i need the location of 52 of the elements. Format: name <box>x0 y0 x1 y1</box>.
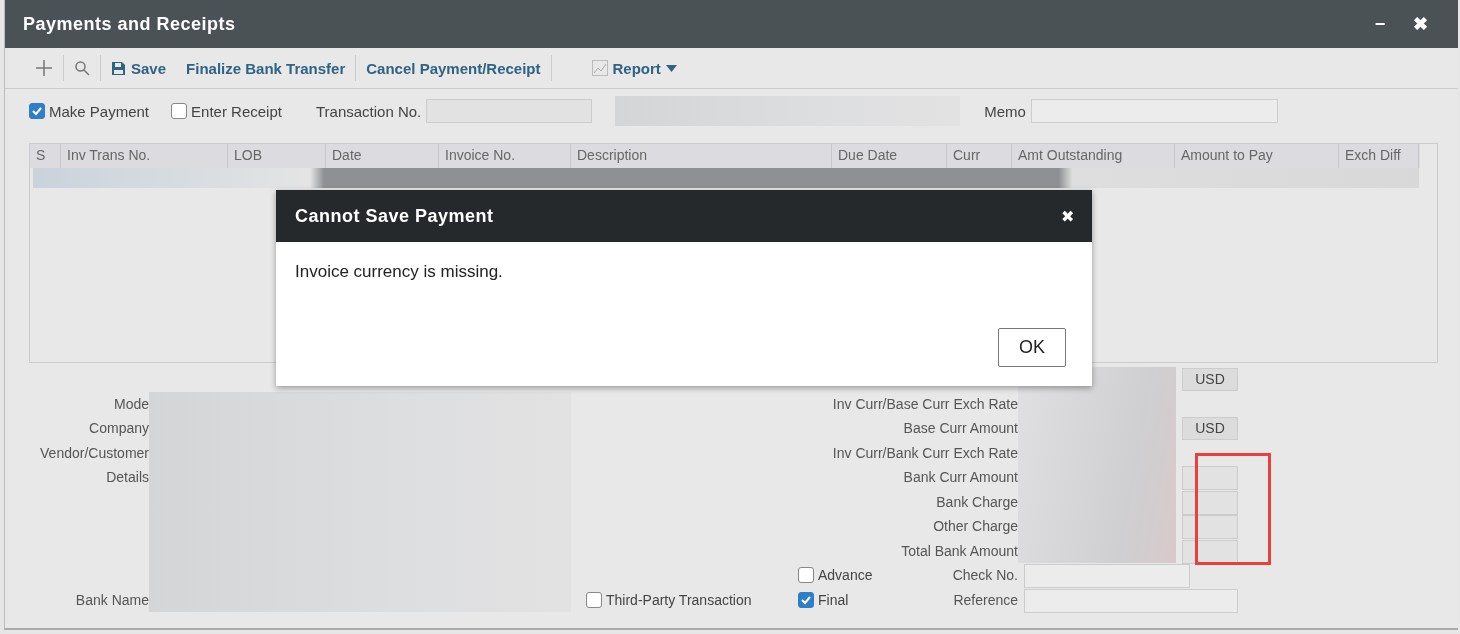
field-label: Details <box>106 469 149 486</box>
ok-button[interactable]: OK <box>998 328 1066 367</box>
amount-field[interactable] <box>1182 466 1238 490</box>
field-label: Transaction No. <box>315 102 422 120</box>
checkbox-label: Third-Party Transaction <box>606 591 752 608</box>
field-label: Inv Curr/Base Curr Exch Rate <box>832 395 1018 412</box>
toolbar-button[interactable]: Finalize Bank Transfer <box>176 54 356 82</box>
checkbox[interactable] <box>171 103 188 119</box>
chart-icon <box>591 60 608 76</box>
amount-field[interactable] <box>1182 539 1238 564</box>
check-number-field[interactable] <box>1024 564 1190 588</box>
minimize-button[interactable]: − <box>1360 13 1400 35</box>
amount-field[interactable] <box>1182 490 1238 515</box>
field-label: Vendor/Customer <box>40 444 149 461</box>
checkbox-label: Advance <box>818 567 873 584</box>
checkbox-label: Make Payment <box>49 102 150 120</box>
reference-field[interactable] <box>1024 588 1238 613</box>
field-label: Company <box>89 420 149 437</box>
checkbox-label: Enter Receipt <box>191 102 282 120</box>
close-button[interactable]: ✖ <box>1400 13 1440 35</box>
field-label: Base Curr Amount <box>903 420 1018 437</box>
report-button[interactable]: Report <box>581 54 687 82</box>
dialog-title: Cannot Save Payment <box>295 205 495 227</box>
checkbox[interactable] <box>798 591 814 608</box>
field-label: Inv Curr/Bank Curr Exch Rate <box>832 444 1018 461</box>
floppy-icon <box>111 60 126 76</box>
field-label: Bank Curr Amount <box>903 469 1018 486</box>
memo-field[interactable] <box>1030 99 1278 123</box>
search-icon <box>74 60 90 76</box>
save-button[interactable]: Save <box>101 54 177 82</box>
field-label: Memo <box>984 102 1026 120</box>
currency-label: USD <box>1182 417 1238 440</box>
checkbox[interactable] <box>586 591 602 608</box>
field-label: Other Charge <box>933 518 1018 535</box>
error-message: Invoice currency is missing. <box>294 261 504 283</box>
field-label: Total Bank Amount <box>901 542 1018 559</box>
field-label: Reference <box>953 591 1018 608</box>
field-label: Bank Name <box>75 591 149 608</box>
caret-icon <box>665 64 677 72</box>
close-button[interactable]: ✖ <box>1055 205 1080 227</box>
checkbox[interactable] <box>29 103 45 119</box>
field-label: Mode <box>113 395 149 412</box>
field-label: Check No. <box>952 567 1018 584</box>
toolbar-button[interactable]: Cancel Payment/Receipt <box>356 54 551 82</box>
currency-label: USD <box>1182 368 1238 391</box>
checkbox[interactable] <box>798 567 814 584</box>
checkbox-label: Final <box>818 591 849 608</box>
field-label: Bank Charge <box>936 493 1018 510</box>
amount-field[interactable] <box>1182 515 1238 539</box>
window-title: Payments and Receipts <box>23 13 237 35</box>
transaction-field[interactable] <box>426 99 593 123</box>
plus-icon <box>35 59 53 77</box>
